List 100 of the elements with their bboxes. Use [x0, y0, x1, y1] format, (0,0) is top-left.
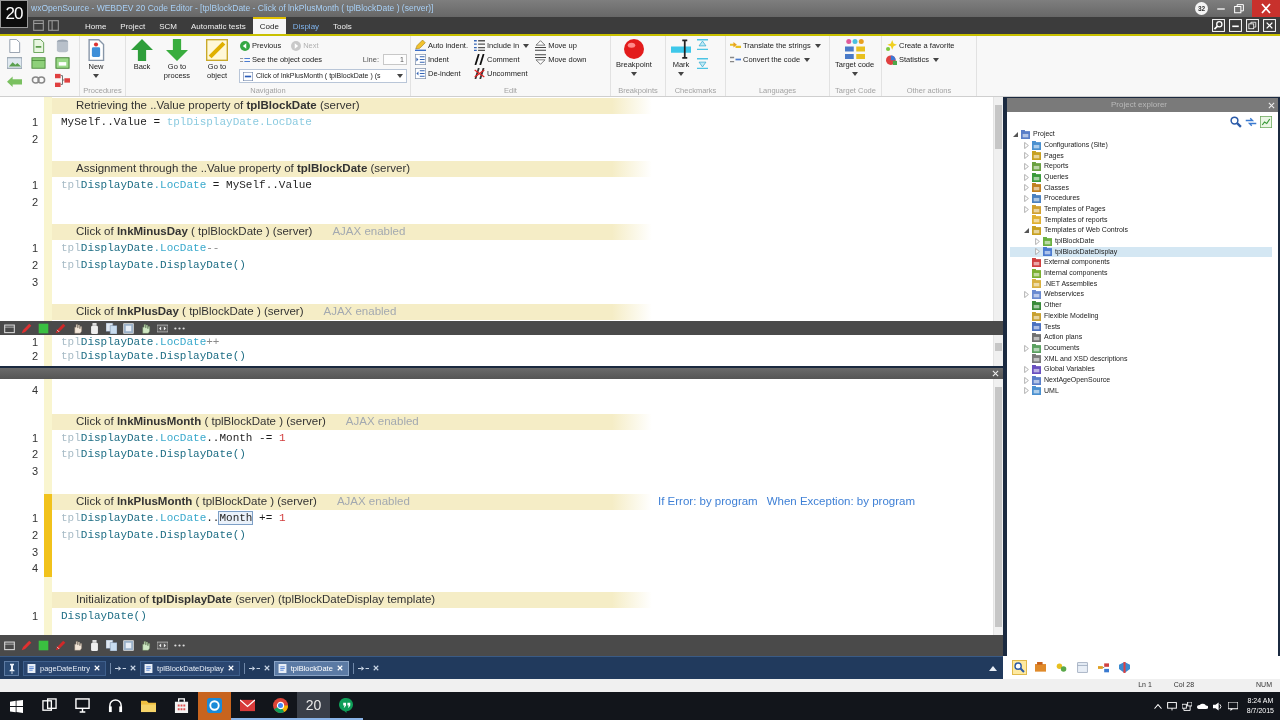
- panel-switch-button[interactable]: [1117, 660, 1132, 675]
- menu-tab[interactable]: Home: [78, 17, 114, 34]
- start-icon[interactable]: [10, 699, 23, 713]
- pages-icon[interactable]: [106, 322, 117, 334]
- folder-icon: [1032, 322, 1041, 332]
- diagram-icon: [1098, 662, 1109, 673]
- scrollbar[interactable]: [993, 379, 1003, 635]
- lines-icon: [240, 55, 250, 64]
- slash-square-icon: [206, 39, 228, 61]
- folder-icon: [1032, 268, 1041, 278]
- caret-up-icon[interactable]: [989, 665, 997, 671]
- diagram-icon[interactable]: [55, 73, 70, 87]
- arrow-icon[interactable]: [115, 664, 127, 672]
- hand-icon[interactable]: [72, 640, 83, 651]
- code-line: tplDisplayDate.LocDate = MySelf..Value: [60, 178, 312, 194]
- panel-switch-button[interactable]: [1033, 660, 1048, 675]
- search-icon[interactable]: [1230, 116, 1242, 128]
- document-icon: [85, 39, 107, 61]
- search-icon[interactable]: [1212, 19, 1225, 32]
- pie-chart-icon: [886, 54, 897, 65]
- pin-button[interactable]: [4, 660, 19, 676]
- arrows-icon[interactable]: [157, 640, 168, 651]
- error-mode-label: If Error: by program: [658, 495, 758, 510]
- close-icon[interactable]: [130, 665, 137, 671]
- link-icon[interactable]: [31, 73, 46, 87]
- window-icon[interactable]: [4, 322, 15, 334]
- pages-icon[interactable]: [106, 640, 117, 651]
- message-icon[interactable]: [1227, 701, 1238, 711]
- grid-icon: [844, 39, 865, 59]
- code-line: tplDisplayDate.DisplayDate(): [60, 349, 246, 363]
- restore-icon[interactable]: [1246, 19, 1259, 32]
- line-number: 1: [30, 430, 38, 446]
- window-icon[interactable]: [55, 56, 70, 70]
- folder-icon: [1032, 375, 1041, 385]
- restore-icon[interactable]: [1234, 3, 1244, 14]
- line-number: 2: [30, 194, 38, 210]
- panel-switch-button[interactable]: [1075, 660, 1090, 675]
- hand-icon[interactable]: [140, 322, 151, 334]
- bottle-icon[interactable]: [89, 640, 100, 651]
- menu-tab[interactable]: Code: [252, 17, 286, 34]
- page-icon: [277, 663, 287, 673]
- square-icon[interactable]: [38, 322, 49, 334]
- folder-icon: [1032, 161, 1041, 171]
- minimize-icon[interactable]: [1229, 19, 1242, 32]
- speech-bubble-icon: [339, 697, 354, 713]
- menu-tab[interactable]: Display: [285, 17, 327, 34]
- close-icon[interactable]: [1252, 0, 1280, 17]
- scrollbar[interactable]: [993, 97, 1003, 321]
- expanded-arrow-icon[interactable]: [1013, 131, 1018, 137]
- code-line: tplDisplayDate.LocDate..Month -= 1: [60, 430, 286, 446]
- chart-icon[interactable]: [1260, 116, 1272, 128]
- display-icon[interactable]: [1166, 701, 1177, 711]
- scrollbar[interactable]: [993, 335, 1003, 366]
- window-icon[interactable]: [33, 20, 44, 31]
- panel-switch-button[interactable]: [1012, 660, 1027, 675]
- square-icon[interactable]: [38, 640, 49, 651]
- menu-tab[interactable]: Project: [113, 17, 153, 34]
- panel-switch-button[interactable]: [1054, 660, 1069, 675]
- folder-icon: [1032, 332, 1041, 342]
- chevron-up-icon[interactable]: [1153, 703, 1162, 709]
- close-icon[interactable]: [263, 665, 270, 671]
- line-number: 3: [30, 544, 38, 560]
- right-arrow-icon: [291, 40, 302, 51]
- line-number: 1: [30, 115, 38, 130]
- crossed-slashes-icon: [474, 68, 486, 79]
- arrow-icon[interactable]: [248, 664, 260, 672]
- dot-icon: [623, 39, 644, 59]
- expanded-arrow-icon[interactable]: [1024, 228, 1029, 234]
- hand-icon[interactable]: [140, 640, 151, 651]
- hand-icon[interactable]: [72, 322, 83, 334]
- caret-icon: [851, 71, 858, 76]
- arrow-icon[interactable]: [357, 664, 369, 672]
- bag-icon: [174, 697, 189, 713]
- block-title: Click of lnkMinusMonth ( tplBlockDate ) (server): [76, 414, 326, 429]
- document-icon[interactable]: [31, 39, 46, 53]
- arrows-icon[interactable]: [157, 322, 168, 334]
- triangle-down-icon: [535, 54, 547, 65]
- app-logo: 20: [0, 0, 28, 28]
- close-icon[interactable]: [372, 665, 379, 671]
- image-icon[interactable]: [7, 56, 22, 70]
- sync-arrows-icon[interactable]: [1245, 116, 1257, 128]
- window-icon[interactable]: [31, 56, 46, 70]
- block-title: Click of lnkPlusDay ( tplBlockDate ) (server): [76, 305, 304, 320]
- app-button[interactable]: 20: [297, 692, 330, 720]
- folder-icon: [1021, 129, 1030, 139]
- slashes-icon: [474, 54, 486, 65]
- menu-tab[interactable]: SCM: [152, 17, 185, 34]
- speaker-icon[interactable]: [1212, 701, 1223, 711]
- code-line: tplDisplayDate.DisplayDate(): [60, 527, 246, 543]
- menu-tab[interactable]: Tools: [326, 17, 359, 34]
- window-icon[interactable]: [48, 20, 59, 31]
- frame-icon[interactable]: [123, 322, 134, 334]
- network-icon[interactable]: [1181, 701, 1192, 711]
- box-icon: [1035, 662, 1046, 673]
- sparkle-icon: [886, 40, 897, 51]
- panel-switch-button[interactable]: [1096, 660, 1111, 675]
- menu-tab[interactable]: Automatic tests: [184, 17, 253, 34]
- bottle-icon[interactable]: [89, 322, 100, 334]
- block-title: Click of lnkPlusMonth ( tplBlockDate ) (server): [76, 495, 317, 510]
- cloud-icon[interactable]: [1196, 702, 1208, 710]
